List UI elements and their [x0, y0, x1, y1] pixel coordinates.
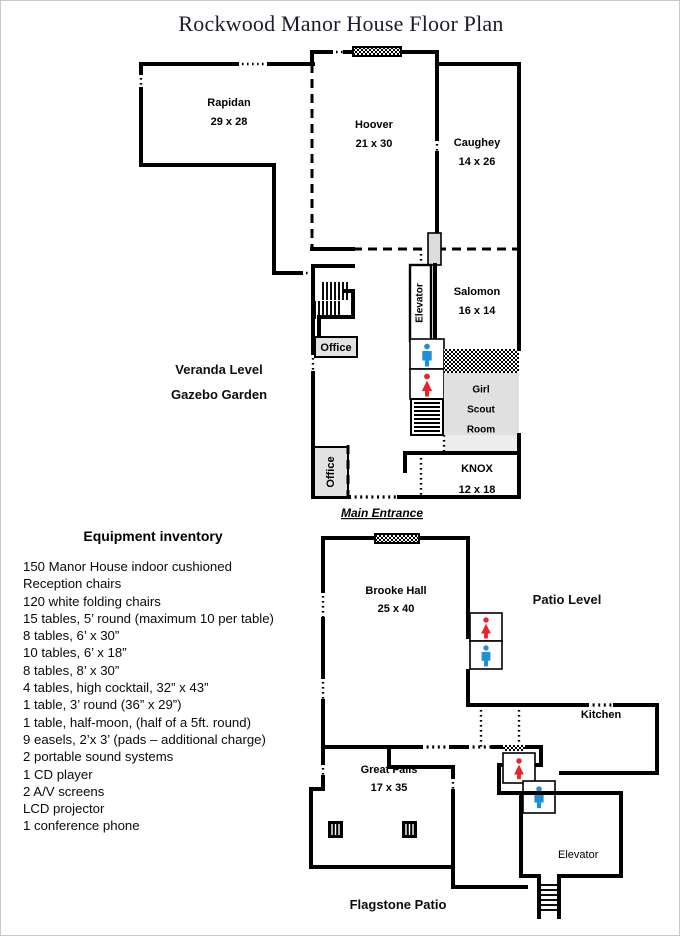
inventory-item: 1 CD player	[23, 766, 93, 782]
inventory-item: 10 tables, 6’ x 18”	[23, 645, 127, 661]
room-label-hoover: Hoover	[355, 119, 394, 131]
inventory-item: Reception chairs	[23, 576, 122, 592]
inventory-heading: Equipment inventory	[83, 528, 223, 544]
room-label-office-lower: Office	[325, 456, 337, 487]
label-flagstone-patio: Flagstone Patio	[350, 897, 447, 912]
inventory-item: 8 tables, 6’ x 30”	[23, 628, 120, 644]
inventory-item: 1 conference phone	[23, 818, 140, 834]
room-label-knox: KNOX	[461, 463, 493, 475]
inventory-item: 4 tables, high cocktail, 32” x 43”	[23, 680, 209, 696]
room-label-caughey: Caughey	[454, 137, 501, 149]
inventory-item: 15 tables, 5’ round (maximum 10 per tabl…	[23, 610, 274, 626]
column-icon-right	[402, 821, 417, 838]
door-icon-hoover-top	[352, 46, 402, 57]
level-label-patio: Patio Level	[533, 592, 602, 607]
room-girl-scout-lower-strip	[444, 435, 519, 453]
room-label-girl-scout-line3: Room	[467, 425, 495, 436]
room-dims-hoover: 21 x 30	[356, 138, 393, 150]
room-dims-caughey: 14 x 26	[459, 156, 496, 168]
room-label-salomon: Salomon	[454, 286, 501, 298]
room-rapidan-outline	[139, 62, 315, 275]
inventory-item: 2 portable sound systems	[23, 749, 174, 765]
lower-floor-plan: Brooke Hall 25 x 40 Patio Level Kitchen …	[309, 533, 659, 919]
room-label-kitchen: Kitchen	[581, 709, 622, 721]
room-dims-great-falls: 17 x 35	[371, 782, 408, 794]
room-label-rapidan: Rapidan	[207, 97, 251, 109]
inventory-item: 9 easels, 2’x 3’ (pads – additional char…	[23, 731, 266, 747]
room-label-girl-scout-line2: Scout	[467, 405, 495, 416]
door-icon-brooke-hall	[374, 533, 420, 544]
door-icon-restroom-lower	[503, 745, 525, 751]
inventory-item: LCD projector	[23, 801, 105, 817]
elevator-label-upper: Elevator	[415, 283, 426, 323]
stairs-icon-patio	[541, 884, 557, 911]
inventory-item: 1 table, half-moon, (half of a 5ft. roun…	[23, 714, 251, 730]
room-label-girl-scout-line1: Girl	[472, 385, 489, 396]
inventory-item: 150 Manor House indoor cushioned	[23, 559, 232, 574]
room-hoover-outline	[310, 50, 439, 251]
room-dims-salomon: 16 x 14	[459, 305, 497, 317]
elevator-label-lower: Elevator	[558, 849, 599, 861]
inventory-item: 2 A/V screens	[23, 783, 105, 799]
room-label-brooke-hall: Brooke Hall	[365, 585, 426, 597]
room-label-great-falls: Great Falls	[361, 764, 418, 776]
inventory-item: 8 tables, 8’ x 30”	[23, 662, 120, 678]
door-icon-caughey	[427, 232, 442, 266]
stairs-well-veranda	[410, 398, 444, 436]
stairs-icon-veranda-lower	[314, 301, 340, 319]
label-gazebo-garden: Gazebo Garden	[171, 387, 267, 402]
equipment-inventory-panel: Equipment inventory 150 Manor House indo…	[23, 528, 353, 835]
room-dims-brooke-hall: 25 x 40	[378, 603, 415, 615]
room-label-office-upper: Office	[320, 342, 351, 354]
stairs-icon-veranda-upper	[322, 282, 348, 300]
label-main-entrance: Main Entrance	[341, 506, 423, 520]
hatched-band-girl-scout	[444, 349, 519, 373]
floor-plan-page: Rockwood Manor House Floor Plan Rapidan …	[0, 0, 680, 936]
room-salomon-outline	[433, 247, 521, 351]
inventory-list: 150 Manor House indoor cushioned Receptio…	[23, 558, 353, 835]
inventory-item: 120 white folding chairs	[23, 593, 161, 609]
inventory-item: 1 table, 3’ round (36” x 29”)	[23, 697, 182, 713]
upper-floor-plan: Rapidan 29 x 28 Hoover 21 x 30 Caughey 1…	[139, 46, 521, 520]
level-label-veranda: Veranda Level	[175, 362, 262, 377]
room-dims-knox: 12 x 18	[459, 484, 496, 496]
room-dims-rapidan: 29 x 28	[211, 116, 248, 128]
